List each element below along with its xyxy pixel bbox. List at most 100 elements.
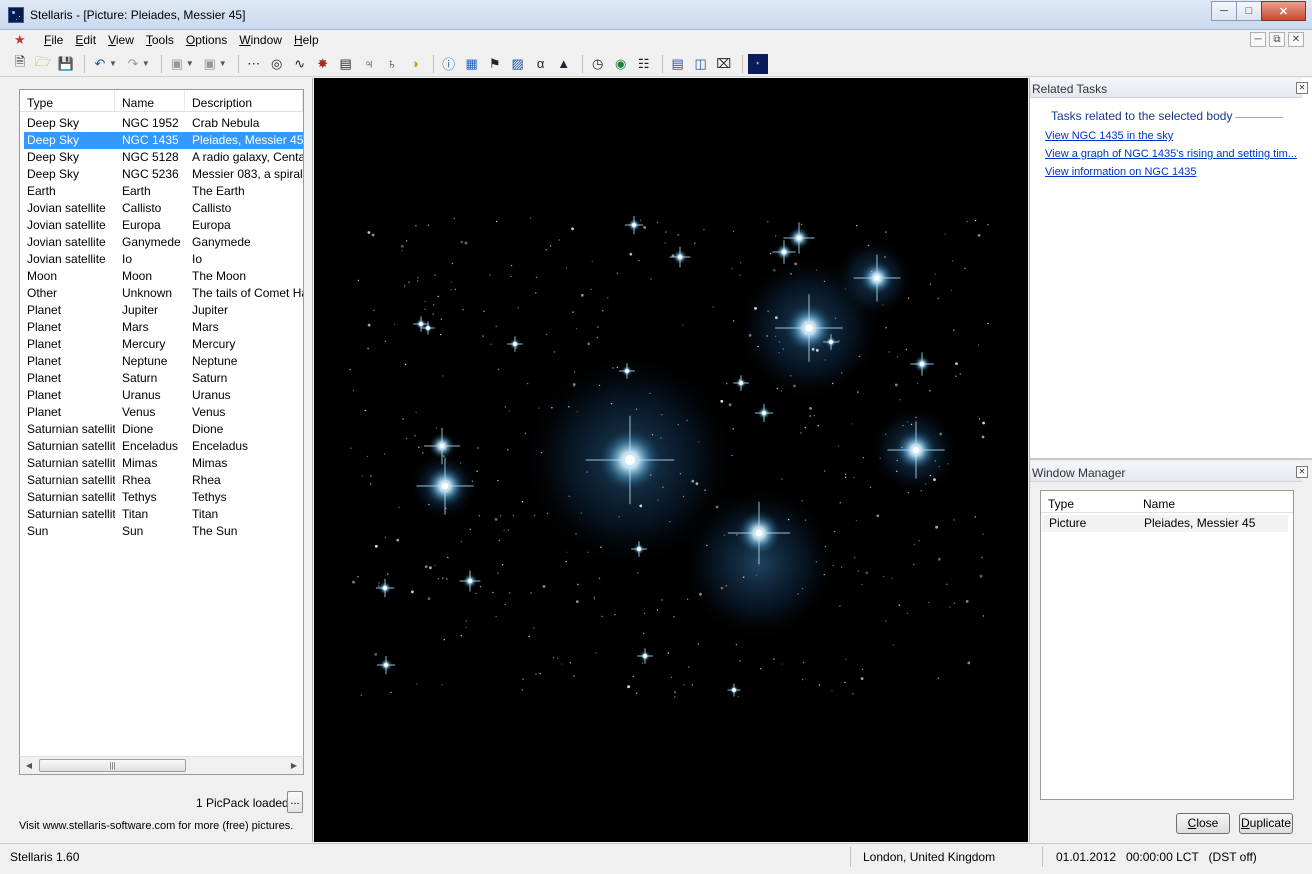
observatory-icon[interactable]: ⚑: [485, 54, 505, 74]
picpack-button[interactable]: ...: [287, 791, 303, 813]
clock-icon[interactable]: ◷: [588, 54, 608, 74]
list-row[interactable]: Saturnian satellite Dione Dione: [20, 421, 303, 438]
menu-file[interactable]: File: [38, 33, 69, 47]
info-icon[interactable]: ⓘ: [439, 54, 459, 74]
task-link-information[interactable]: View information on NGC 1435: [1045, 166, 1196, 178]
open-icon[interactable]: 🗁: [33, 54, 53, 74]
data-icon[interactable]: ☷: [634, 54, 654, 74]
list-row[interactable]: Deep Sky NGC 5128 A radio galaxy, Centaur: [20, 149, 303, 166]
list-row[interactable]: Planet Uranus Uranus: [20, 387, 303, 404]
list-icon[interactable]: ▤: [336, 54, 356, 74]
close-button[interactable]: ✕: [1261, 1, 1306, 21]
table-icon[interactable]: ▦: [462, 54, 482, 74]
mdi-close-button[interactable]: ✕: [1288, 32, 1304, 47]
list-row[interactable]: Saturnian satellite Enceladus Enceladus: [20, 438, 303, 455]
menu-options[interactable]: Options: [180, 33, 233, 47]
star-alpha-icon[interactable]: α: [531, 54, 551, 74]
list-row[interactable]: Deep Sky NGC 5236 Messier 083, a spiral ga: [20, 166, 303, 183]
list-row[interactable]: Planet Venus Venus: [20, 404, 303, 421]
list-row[interactable]: Sun Sun The Sun: [20, 523, 303, 540]
constellation-icon[interactable]: ⋯: [244, 54, 264, 74]
mdi-restore-button[interactable]: ⧉: [1269, 32, 1285, 47]
list-row[interactable]: Saturnian satellite Rhea Rhea: [20, 472, 303, 489]
scroll-thumb[interactable]: |||: [39, 759, 186, 772]
scroll-left-icon[interactable]: ◀: [22, 759, 36, 772]
app-menu-icon[interactable]: ★: [14, 32, 30, 48]
close-window-icon[interactable]: ⌧: [714, 54, 734, 74]
back-dropdown-icon[interactable]: ▼: [186, 59, 194, 68]
list-row[interactable]: Deep Sky NGC 1952 Crab Nebula: [20, 115, 303, 132]
list-row[interactable]: Planet Neptune Neptune: [20, 353, 303, 370]
faint-star: [453, 217, 455, 220]
target-icon[interactable]: ◎: [267, 54, 287, 74]
column-header-type[interactable]: Type: [20, 90, 115, 111]
column-header-name[interactable]: Name: [115, 90, 185, 111]
task-link-rising-setting-graph[interactable]: View a graph of NGC 1435's rising and se…: [1045, 148, 1297, 160]
picture-view[interactable]: [314, 78, 1028, 842]
split-horizontal-icon[interactable]: ▤: [668, 54, 688, 74]
faint-star: [977, 234, 981, 237]
duplicate-window-button[interactable]: Duplicate: [1239, 813, 1293, 834]
list-row[interactable]: Jovian satellite Io Io: [20, 251, 303, 268]
back-icon[interactable]: ▣: [167, 54, 187, 74]
column-header-type[interactable]: Type: [1041, 491, 1136, 512]
faint-star: [401, 250, 403, 252]
moon-phase-icon[interactable]: ◑: [405, 54, 425, 74]
menu-tools[interactable]: Tools: [140, 33, 180, 47]
calculator-icon[interactable]: ▨: [508, 54, 528, 74]
save-icon[interactable]: 💾: [56, 54, 76, 74]
forward-icon[interactable]: ▣: [200, 54, 220, 74]
saturn-symbol-icon[interactable]: ♄: [382, 54, 402, 74]
split-vertical-icon[interactable]: ◫: [691, 54, 711, 74]
list-row[interactable]: Saturnian satellite Tethys Tethys: [20, 489, 303, 506]
list-row[interactable]: Planet Mars Mars: [20, 319, 303, 336]
redo-dropdown-icon[interactable]: ▼: [142, 59, 150, 68]
scroll-right-icon[interactable]: ▶: [287, 759, 301, 772]
list-row[interactable]: Earth Earth The Earth: [20, 183, 303, 200]
education-icon[interactable]: ▲: [554, 54, 574, 74]
redo-icon[interactable]: ↷: [123, 54, 143, 74]
faint-star: [507, 449, 509, 451]
faint-star: [656, 609, 659, 611]
type-cell: Planet: [27, 388, 62, 402]
globe-icon[interactable]: ◉: [611, 54, 631, 74]
jupiter-symbol-icon[interactable]: ♃: [359, 54, 379, 74]
list-row[interactable]: Saturnian satellite Titan Titan: [20, 506, 303, 523]
undo-icon[interactable]: ↶: [90, 54, 110, 74]
new-icon[interactable]: 🗎: [10, 54, 30, 74]
column-header-description[interactable]: Description: [185, 90, 303, 111]
list-row[interactable]: Other Unknown The tails of Comet Halle: [20, 285, 303, 302]
menu-view[interactable]: View: [102, 33, 140, 47]
telescope-icon[interactable]: ✸: [313, 54, 333, 74]
graph-icon[interactable]: ∿: [290, 54, 310, 74]
list-row[interactable]: Jovian satellite Europa Europa: [20, 217, 303, 234]
body-list[interactable]: Type Name Description Deep Sky NGC 1952 Cr…: [19, 89, 304, 775]
menu-help[interactable]: Help: [288, 33, 325, 47]
mdi-minimize-button[interactable]: ─: [1250, 32, 1266, 47]
list-row[interactable]: Planet Mercury Mercury: [20, 336, 303, 353]
menu-edit[interactable]: Edit: [69, 33, 102, 47]
list-row[interactable]: Saturnian satellite Mimas Mimas: [20, 455, 303, 472]
column-header-name[interactable]: Name: [1136, 491, 1175, 512]
horizontal-scrollbar[interactable]: ◀ ||| ▶: [19, 756, 304, 775]
close-panel-icon[interactable]: ✕: [1296, 82, 1308, 94]
list-row[interactable]: Planet Jupiter Jupiter: [20, 302, 303, 319]
list-row[interactable]: Planet Saturn Saturn: [20, 370, 303, 387]
menu-window[interactable]: Window: [233, 33, 288, 47]
window-list-row[interactable]: Picture Pleiades, Messier 45: [1042, 515, 1288, 532]
close-panel-icon[interactable]: ✕: [1296, 466, 1308, 478]
list-row[interactable]: Moon Moon The Moon: [20, 268, 303, 285]
faint-star: [979, 574, 983, 578]
list-row[interactable]: Deep Sky NGC 1435 Pleiades, Messier 45: [24, 132, 303, 149]
faint-star: [593, 598, 595, 600]
minimize-button[interactable]: ─: [1211, 1, 1237, 21]
undo-dropdown-icon[interactable]: ▼: [109, 59, 117, 68]
forward-dropdown-icon[interactable]: ▼: [219, 59, 227, 68]
sky-icon[interactable]: ⋆: [747, 53, 768, 74]
window-list[interactable]: Type Name Picture Pleiades, Messier 45: [1040, 490, 1294, 800]
close-window-button[interactable]: Close: [1176, 813, 1230, 834]
list-row[interactable]: Jovian satellite Ganymede Ganymede: [20, 234, 303, 251]
list-row[interactable]: Jovian satellite Callisto Callisto: [20, 200, 303, 217]
maximize-button[interactable]: □: [1236, 1, 1262, 21]
task-link-view-in-sky[interactable]: View NGC 1435 in the sky: [1045, 130, 1173, 142]
